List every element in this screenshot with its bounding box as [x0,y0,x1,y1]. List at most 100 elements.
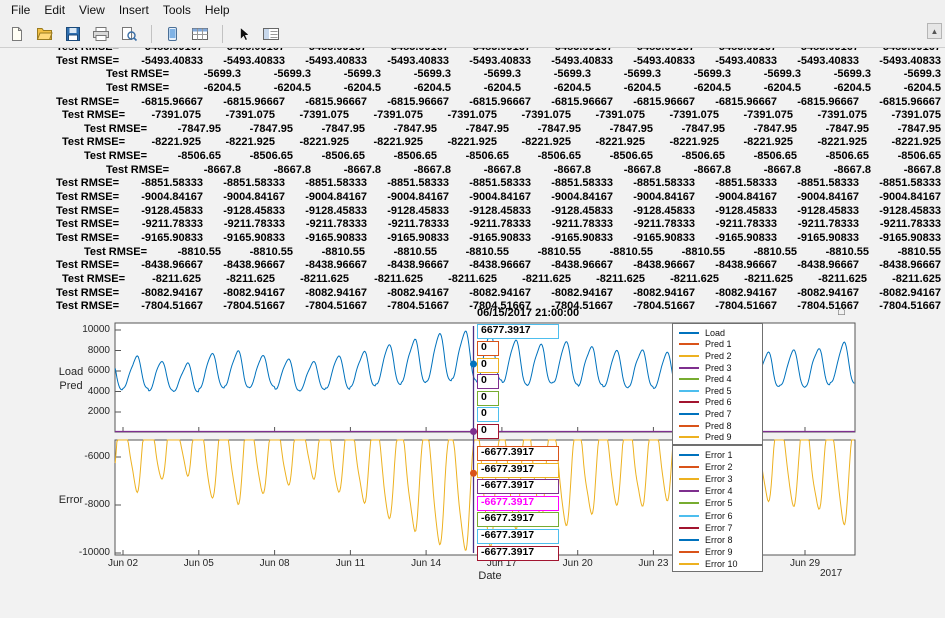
rmse-value: -9211.78333 [121,218,203,232]
legend-entry-error-2[interactable]: Error 2 [679,461,762,473]
rmse-row: Test RMSE=-8810.55-8810.55-8810.55-8810.… [0,246,945,260]
rmse-value: -8506.65 [149,150,221,164]
legend-entry-label: Load [705,328,725,338]
menu-item-help[interactable]: Help [198,1,237,19]
menu-item-view[interactable]: View [72,1,112,19]
datatip-pred-value[interactable]: 0 [477,391,499,406]
datatip-error-value[interactable]: -6677.3917 [477,479,559,494]
rmse-value: -8667.8 [521,164,591,178]
datatip-pred-value[interactable]: 0 [477,341,499,356]
legend-entry-error-10[interactable]: Error 10 [679,558,762,570]
rmse-row: Test RMSE=-6204.5-6204.5-6204.5-6204.5-6… [0,82,945,96]
rmse-value: -9128.45833 [367,205,449,219]
legend-entry-error-3[interactable]: Error 3 [679,473,762,485]
legend-line-sample [679,413,699,415]
rmse-value: -8506.65 [365,150,437,164]
rmse-value: -8221.925 [719,136,793,150]
menu-item-file[interactable]: File [4,1,37,19]
rmse-value: -5699.3 [661,68,731,82]
datatip-pred-value[interactable]: 0 [477,407,499,422]
legend-load-pred[interactable]: LoadPred 1Pred 2 Pred 3Pred 4Pred 5Pred 6… [672,323,763,445]
rmse-label: Test RMSE= [106,82,171,96]
legend-entry-label: Pred 3 [705,363,732,373]
datatip-load-value[interactable]: 6677.3917 [477,324,559,339]
menu-item-tools[interactable]: Tools [156,1,198,19]
menu-item-insert[interactable]: Insert [112,1,156,19]
rmse-value: -8851.58333 [777,177,859,191]
legend-entry-label: Pred 2 [705,351,732,361]
legend-entry-pred-6[interactable]: Pred 6 [679,397,762,409]
ytick-label: 8000 [56,345,110,356]
rmse-value: -9211.78333 [203,218,285,232]
legend-entry-error-4[interactable]: Error 4 [679,485,762,497]
rmse-value: -8667.8 [311,164,381,178]
rmse-value: -7391.075 [275,109,349,123]
mobile-view-button[interactable] [159,22,185,46]
legend-entry-pred-8[interactable]: Pred 8 [679,420,762,432]
datatip-error-value[interactable]: -6677.3917 [477,546,559,561]
legend-entry-load[interactable]: Load [679,327,762,339]
legend-entry-pred-1[interactable]: Pred 1 [679,339,762,351]
rmse-value: -8851.58333 [449,177,531,191]
datatip-error-value[interactable]: -6677.3917 [477,463,559,478]
legend-entry-label: Error 4 [705,486,733,496]
scroll-up-button[interactable]: ▲ [927,23,942,39]
open-file-button[interactable] [32,22,58,46]
rmse-value: -6815.96667 [695,96,777,110]
rmse-value: -9128.45833 [449,205,531,219]
rmse-value: -8082.94167 [121,287,203,301]
legend-entry-pred-2[interactable]: Pred 2 [679,350,762,362]
data-table-button[interactable] [187,22,213,46]
legend-entry-error-9[interactable]: Error 9 [679,546,762,558]
rmse-row: Test RMSE=-9128.45833-9128.45833-9128.45… [0,205,945,219]
menu-item-edit[interactable]: Edit [37,1,72,19]
rmse-value: -8221.925 [793,136,867,150]
legend-entry-error-8[interactable]: Error 8 [679,534,762,546]
xtick-label: Jun 14 [400,558,452,569]
print-preview-button[interactable] [116,22,142,46]
datatip-error-value[interactable]: -6677.3917 [477,446,559,461]
rmse-value: -8506.65 [725,150,797,164]
datatip-error-value[interactable]: -6677.3917 [477,496,559,511]
ytick-label: 4000 [56,386,110,397]
rmse-value: -7847.95 [725,123,797,137]
save-button[interactable] [60,22,86,46]
legend-entry-error-6[interactable]: Error 6 [679,509,762,521]
rmse-row: Test RMSE=-9165.90833-9165.90833-9165.90… [0,232,945,246]
print-button[interactable] [88,22,114,46]
legend-error[interactable]: Error 1Error 2Error 3Error 4Error 5Error… [672,445,763,572]
datatip-pred-value[interactable]: 0 [477,358,499,373]
legend-entry-pred-3[interactable]: Pred 3 [679,362,762,374]
legend-entry-pred-7[interactable]: Pred 7 [679,408,762,420]
legend-line-sample [679,527,699,529]
rmse-value: -7847.95 [581,123,653,137]
new-document-button[interactable] [4,22,30,46]
rmse-row: Test RMSE=-9211.78333-9211.78333-9211.78… [0,218,945,232]
pointer-button[interactable] [230,22,256,46]
rmse-value: -8506.65 [797,150,869,164]
datatip-pred-value[interactable]: 0 [477,424,499,439]
legend-entry-pred-4[interactable]: Pred 4 [679,373,762,385]
rmse-value: -7391.075 [497,109,571,123]
rmse-value: -8221.925 [275,136,349,150]
legend-entry-error-7[interactable]: Error 7 [679,522,762,534]
rmse-value: -9211.78333 [531,218,613,232]
rmse-value: -8810.55 [437,246,509,260]
legend-entry-label: Error 10 [705,559,738,569]
datatip-error-value[interactable]: -6677.3917 [477,512,559,527]
legend-entry-error-1[interactable]: Error 1 [679,449,762,461]
rmse-value: -7391.075 [719,109,793,123]
layout-panel-button[interactable] [258,22,284,46]
rmse-value: -8211.625 [571,273,645,287]
rmse-value: -5493.40833 [367,55,449,69]
rmse-value: -9165.90833 [777,232,859,246]
rmse-value: -8667.8 [731,164,801,178]
rmse-value: -7391.075 [127,109,201,123]
legend-entry-pred-9[interactable]: Pred 9 [679,431,762,443]
rmse-value: -9004.84167 [367,191,449,205]
rmse-label: Test RMSE= [56,287,121,301]
datatip-pred-value[interactable]: 0 [477,374,499,389]
legend-entry-error-5[interactable]: Error 5 [679,497,762,509]
datatip-error-value[interactable]: -6677.3917 [477,529,559,544]
legend-entry-pred-5[interactable]: Pred 5 [679,385,762,397]
